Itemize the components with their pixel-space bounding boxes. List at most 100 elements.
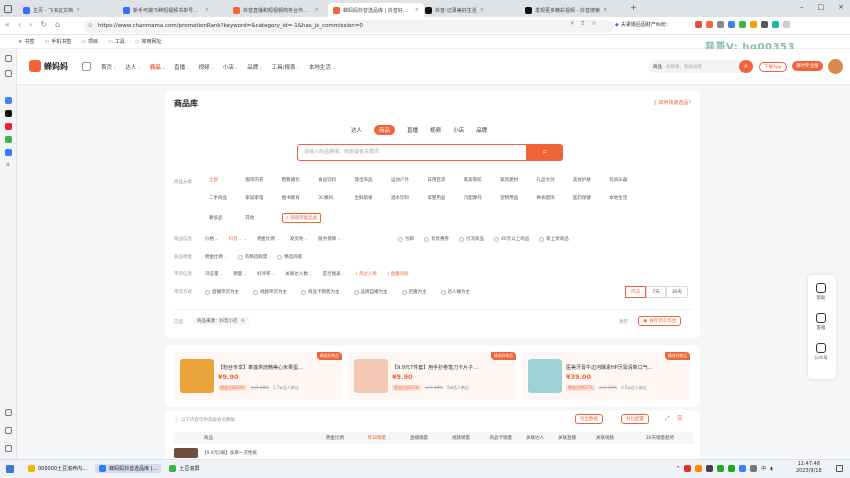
rail-trash-icon[interactable] — [5, 427, 12, 434]
grid-menu-icon[interactable] — [82, 62, 91, 71]
taskbar-item[interactable]: 土豆滚屏 — [165, 464, 203, 473]
tray-net-icon[interactable] — [750, 465, 758, 472]
nav-item[interactable]: 品牌 ⌄ — [247, 63, 262, 72]
bookmark-item[interactable]: ▭ 项目 — [81, 38, 98, 46]
ext-green-icon[interactable] — [739, 21, 746, 28]
ext-menu-icon[interactable] — [783, 21, 790, 28]
nav-item[interactable]: 商品 ⌄ — [150, 63, 165, 72]
ext-red2-icon[interactable] — [706, 21, 713, 28]
float-wechat[interactable]: 公众号 — [808, 343, 834, 361]
filter-checkbox[interactable]: 精选商家 — [277, 254, 302, 260]
back-icon[interactable]: ‹ — [18, 20, 21, 29]
promo-card[interactable]: 精选好商品 医美牙膏牛边河酵素HP牙膏清新口气… ¥39.00 佣金比例37% 公开 2… — [522, 352, 690, 400]
tab-close-icon[interactable]: × — [415, 7, 419, 13]
lightning-icon[interactable]: ⚡ — [570, 20, 574, 27]
filter-dropdown[interactable]: 价格 ⌄ — [205, 236, 219, 243]
filter-dropdown[interactable]: 好评率 ⌄ — [257, 271, 275, 278]
rail-add-icon[interactable]: + — [5, 162, 12, 169]
table-header[interactable]: 商品卡销量 — [470, 435, 513, 441]
home-icon[interactable]: ⌂ — [55, 20, 60, 29]
rail-green-icon[interactable] — [4, 136, 12, 143]
filter-checkbox[interactable]: 有精选联盟 — [237, 254, 267, 260]
category-chip[interactable]: 宠物用品 — [500, 195, 536, 201]
compare-button[interactable]: 对比配置 — [621, 414, 649, 424]
promo-card[interactable]: 精选好商品 【粉丝专享】革莲烘焙精美心米果蛋… ¥9.90 佣金比例20% 公开 15%… — [174, 352, 342, 400]
table-header[interactable]: 30天销量趋势 — [614, 435, 674, 441]
avatar[interactable] — [828, 59, 843, 74]
filter-dropdown[interactable]: 佣金比例 ⌄ — [205, 254, 228, 261]
main-search-button[interactable]: ⌕ — [527, 144, 563, 161]
category-chip[interactable]: 日用百货 — [427, 177, 463, 183]
browser-tab[interactable]: 抖音-记录美好生活 × — [420, 3, 516, 17]
nav-item[interactable]: 本地生活 ⌄ — [309, 63, 335, 72]
share-icon[interactable]: ⇪ — [580, 20, 585, 27]
filter-checkbox[interactable]: 品牌自播为主 — [353, 289, 388, 295]
category-chip[interactable]: 钟表配饰 — [537, 195, 573, 201]
category-chip[interactable]: 其他 — [245, 215, 281, 221]
nav-item[interactable]: 视频 ⌄ — [199, 63, 214, 72]
selected-tag[interactable]: 商品来源：抖音小店 ⊗ — [193, 317, 249, 325]
ext-blue-icon[interactable] — [728, 21, 735, 28]
bookmark-item[interactable]: ▭ 常用网址 — [135, 38, 162, 46]
download-app-button[interactable]: 下载App — [759, 62, 787, 72]
maximize-icon[interactable]: □ — [818, 3, 825, 11]
new-tab-button[interactable]: + — [630, 3, 637, 12]
filter-dropdown[interactable]: 是否图表 ⌄ — [323, 271, 346, 278]
browser-tab[interactable]: 蝉妈妈抖音选品库 | 抖音好物|找 × — [328, 3, 424, 17]
filter-dropdown[interactable]: 佣金比例 ⌄ — [257, 236, 280, 243]
hot-search[interactable]: ◆ 夫妻婚后因财产纠纷： — [615, 21, 671, 29]
rail-red-icon[interactable] — [4, 123, 12, 130]
url-input[interactable]: ⊙ https://www.chanmama.com/promotionRank… — [84, 20, 614, 33]
filter-checkbox[interactable]: 40元以上商品 — [494, 236, 529, 242]
tab-close-icon[interactable]: × — [603, 7, 607, 13]
quick-category-button[interactable]: ⌕ 快速检索品类 — [281, 213, 322, 223]
reload-icon[interactable]: ↻ — [40, 20, 47, 29]
tray-dark-icon[interactable] — [706, 465, 714, 472]
taskbar-item[interactable]: 蝉妈妈抖音选品库 |… — [95, 464, 162, 473]
category-chip[interactable]: 运动户外 — [391, 177, 427, 183]
tray-red-icon[interactable] — [684, 465, 692, 472]
filter-dropdown[interactable]: 服务保障 ⌄ — [318, 236, 341, 243]
nav-item[interactable]: 达人 ⌄ — [125, 63, 140, 72]
tab-close-icon[interactable]: × — [76, 7, 80, 13]
filter-dropdown[interactable]: 关联达人数 ⌄ — [285, 271, 312, 278]
category-chip[interactable]: 食品饮料 — [318, 177, 354, 183]
float-service[interactable]: 客服 — [808, 313, 834, 331]
search-tab[interactable]: 商品 — [374, 125, 396, 135]
filter-dropdown[interactable]: 销量 ⌄ — [233, 271, 247, 278]
notification-icon[interactable] — [836, 465, 843, 472]
rail-settings-icon[interactable] — [5, 409, 12, 416]
rail-blue-icon[interactable] — [4, 149, 12, 156]
expand-icon[interactable]: ⤢ — [665, 415, 670, 423]
search-tab[interactable]: 达人 — [351, 126, 362, 134]
period-tab[interactable]: 7天 — [646, 286, 666, 298]
promo-card[interactable]: 精选好商品 【9.9元7件套】用手抄卷笔刀卡片子… ¥9.90 佣金比例55% 公开 4… — [348, 352, 516, 400]
rail-star-icon[interactable] — [4, 55, 12, 62]
taskbar-item[interactable]: 000000土豆滚养内… — [24, 464, 91, 473]
tab-close-icon[interactable]: × — [315, 7, 319, 13]
category-chip[interactable]: 酒水饮料 — [391, 195, 427, 201]
period-tab[interactable]: 30天 — [665, 286, 688, 298]
start-icon[interactable] — [6, 465, 14, 473]
table-header[interactable]: 商品 — [174, 435, 294, 441]
rail-fold-icon[interactable] — [5, 445, 12, 452]
category-chip[interactable]: 奢侈品 — [209, 215, 245, 221]
tray-arrow-icon[interactable]: ^ — [676, 466, 680, 472]
period-tab[interactable]: 昨天 — [625, 286, 647, 298]
bookmark-item[interactable]: ▭ 手机书签 — [45, 38, 72, 46]
table-header[interactable]: 视频销量 — [428, 435, 470, 441]
ext-red-icon[interactable] — [695, 21, 702, 28]
category-chip[interactable]: 3C数码 — [318, 195, 354, 201]
bookmark-item[interactable]: ★ 书签 — [18, 38, 35, 46]
data-link[interactable]: ⌕ 直播间榜 — [387, 271, 409, 277]
category-chip[interactable]: 服饰内衣 — [245, 177, 281, 183]
category-chip[interactable]: 礼品文创 — [537, 177, 573, 183]
star-icon[interactable]: ☆ — [591, 20, 596, 27]
search-tab[interactable]: 直播 — [407, 126, 418, 134]
browser-tab[interactable]: 新手可做!5种短视频书单号、具 × — [118, 3, 214, 17]
clear-button[interactable]: 清空 — [619, 319, 628, 325]
filter-checkbox[interactable]: 店播为主 — [401, 289, 427, 295]
browser-tab[interactable]: 发现更多精彩视频 - 抖音搜索 × — [520, 3, 616, 17]
nav-item[interactable]: 直播 ⌄ — [174, 63, 189, 72]
filter-dropdown[interactable]: 发货地 ⌄ — [290, 236, 308, 243]
